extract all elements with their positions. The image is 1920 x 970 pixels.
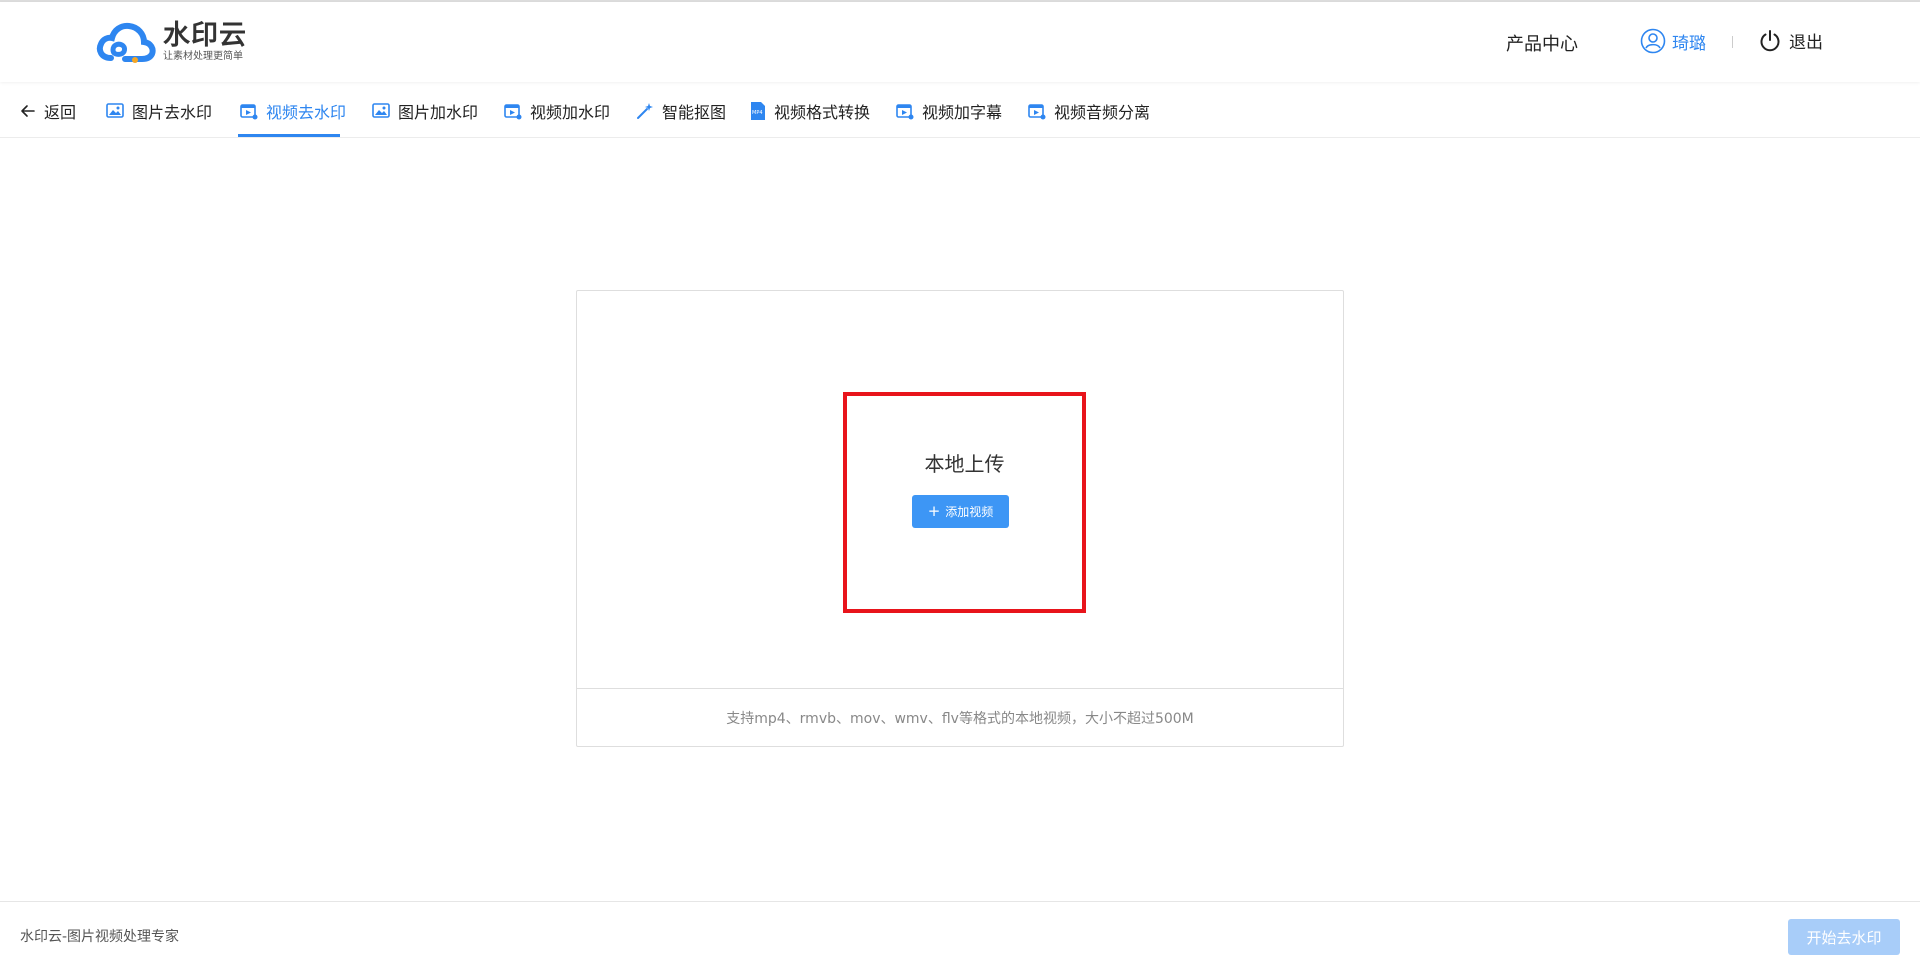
tab-image-add-watermark[interactable]: 图片加水印 — [372, 83, 478, 138]
video-icon — [1028, 103, 1046, 119]
header: 水印云 让素材处理更简单 产品中心 琦璐 退出 — [0, 2, 1920, 82]
tab-label: 图片去水印 — [132, 102, 213, 122]
cloud-logo-icon — [96, 22, 156, 63]
product-center-link[interactable]: 产品中心 — [1506, 30, 1578, 56]
tab-label: 视频加水印 — [530, 102, 611, 122]
magic-wand-icon — [637, 102, 653, 119]
username: 琦璐 — [1672, 33, 1706, 54]
tab-video-add-watermark[interactable]: 视频加水印 — [504, 83, 610, 138]
plus-icon: + — [927, 502, 941, 520]
tab-label: 视频音频分离 — [1054, 102, 1151, 122]
back-label: 返回 — [44, 102, 77, 122]
tab-label: 视频加字幕 — [922, 102, 1003, 122]
tab-video-remove-watermark[interactable]: 视频去水印 — [240, 83, 346, 138]
image-icon — [372, 102, 390, 118]
bottom-bar: 水印云-图片视频处理专家 开始去水印 — [0, 901, 1920, 970]
video-icon — [240, 103, 258, 119]
tab-smart-cutout[interactable]: 智能抠图 — [636, 83, 726, 138]
tab-video-audio-separate[interactable]: 视频音频分离 — [1028, 83, 1150, 138]
add-video-label: 添加视频 — [945, 505, 994, 519]
tab-label: 视频格式转换 — [774, 102, 871, 122]
user-menu[interactable]: 琦璐 — [1640, 28, 1706, 54]
footer-text: 水印云-图片视频处理专家 — [20, 929, 180, 945]
logo[interactable]: 水印云 让素材处理更简单 — [95, 18, 247, 66]
upload-hint: 支持mp4、rmvb、mov、wmv、flv等格式的本地视频，大小不超过500M — [577, 688, 1343, 746]
tab-label: 智能抠图 — [662, 102, 727, 122]
video-icon — [896, 103, 914, 119]
tab-video-format-convert[interactable]: MP4 视频格式转换 — [750, 83, 870, 138]
logout-button[interactable]: 退出 — [1759, 28, 1823, 53]
svg-text:MP4: MP4 — [752, 110, 763, 116]
back-button[interactable]: 返回 — [20, 83, 76, 138]
power-icon — [1760, 29, 1780, 51]
tab-video-add-subtitle[interactable]: 视频加字幕 — [896, 83, 1002, 138]
logo-slogan: 让素材处理更简单 — [163, 51, 243, 62]
user-icon — [1640, 28, 1666, 54]
tab-label: 图片加水印 — [398, 102, 479, 122]
logo-name: 水印云 — [163, 20, 247, 51]
logout-label: 退出 — [1789, 33, 1823, 53]
tab-image-remove-watermark[interactable]: 图片去水印 — [106, 83, 212, 138]
active-tab-indicator — [238, 134, 340, 137]
start-remove-watermark-button[interactable]: 开始去水印 — [1788, 919, 1900, 955]
add-video-button[interactable]: + 添加视频 — [912, 495, 1009, 528]
tool-nav: 返回 图片去水印 视频去水印 图片加水印 视频加水印 智能抠图 MP4 视频格式… — [0, 83, 1920, 138]
upload-title: 本地上传 — [924, 452, 1005, 476]
video-icon — [504, 103, 522, 119]
image-icon — [106, 102, 124, 118]
tab-label: 视频去水印 — [266, 102, 347, 122]
arrow-left-icon — [21, 104, 35, 117]
header-divider — [1732, 36, 1733, 48]
mp4-file-icon: MP4 — [751, 101, 765, 120]
